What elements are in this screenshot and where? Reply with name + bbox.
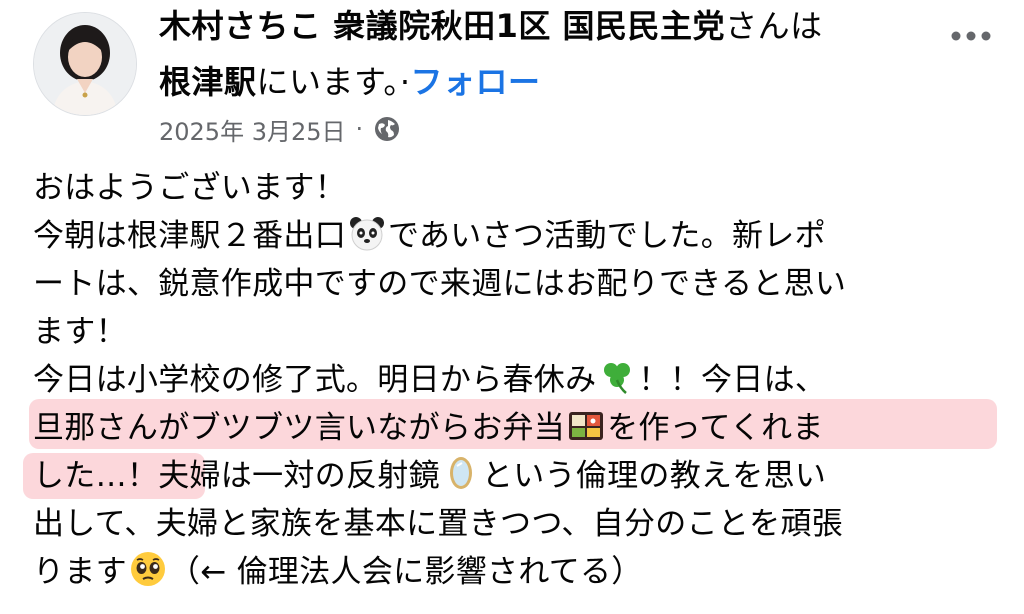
- body-line-6-part-1: 旦那さんがブツブツ言いながらお弁当: [33, 410, 566, 446]
- more-options-icon: [951, 31, 991, 41]
- post-header-line-1: 木村さちこ 衆議院秋田1区 国民民主党さんは: [159, 4, 823, 48]
- panda-emoji: [350, 217, 384, 251]
- author-name[interactable]: 木村さちこ 衆議院秋田1区 国民民主党: [159, 7, 725, 45]
- post-date[interactable]: 2025年 3月25日: [159, 112, 346, 147]
- body-line-2: 今朝は根津駅２番出口 であいさつ活動でした。新レポ: [33, 212, 826, 260]
- checkin-suffix: にいます。·: [256, 63, 411, 101]
- post-meta: 2025年 3月25日 ·: [159, 111, 401, 147]
- bento-emoji: [569, 412, 604, 440]
- body-line-2-part-2: であいさつ活動でした。新レポ: [388, 218, 826, 254]
- body-line-7: した…！夫婦は一対の反射鏡 という倫理の教えを思い: [33, 452, 826, 500]
- body-line-9-part-1: ります: [33, 554, 127, 590]
- location-name[interactable]: 根津駅: [159, 63, 257, 101]
- mirror-emoji: [449, 457, 472, 489]
- body-line-5-part-1: 今日は小学校の修了式。明日から春休み: [33, 362, 597, 398]
- globe-icon: [375, 117, 400, 141]
- avatar-image: [34, 13, 136, 115]
- more-options-button[interactable]: [943, 20, 999, 52]
- checkin-prefix: さんは: [725, 7, 823, 45]
- follow-button[interactable]: フォロー: [411, 63, 541, 101]
- body-line-5-part-2: ！！今日は、: [638, 362, 827, 398]
- author-avatar[interactable]: [33, 12, 137, 116]
- body-line-2-part-1: 今朝は根津駅２番出口: [33, 218, 346, 254]
- body-line-6: 旦那さんがブツブツ言いながらお弁当 を作ってくれま: [33, 404, 824, 452]
- body-line-9-part-2: （← 倫理法人会に影響されてる）: [168, 554, 643, 590]
- meta-separator: ·: [355, 115, 364, 143]
- body-line-7-part-2: という倫理の教えを思い: [481, 458, 827, 494]
- body-line-6-part-2: を作ってくれま: [607, 410, 824, 446]
- body-line-7-part-1: した…！夫婦は一対の反射鏡: [33, 458, 440, 494]
- pleading-face-emoji: [130, 552, 165, 586]
- body-line-9: ります （← 倫理法人会に影響されてる）: [33, 548, 643, 596]
- clover-emoji: [604, 363, 631, 394]
- body-line-8: 出して、夫婦と家族を基本に置きつつ、自分のことを頑張: [33, 506, 844, 542]
- body-line-4: ます！: [33, 314, 127, 350]
- body-line-1: おはようございます！: [33, 170, 346, 206]
- post-header-line-2: 根津駅にいます。·フォロー: [159, 60, 541, 104]
- body-line-5: 今日は小学校の修了式。明日から春休み ！！今日は、: [33, 356, 826, 404]
- body-line-3: ートは、鋭意作成中ですので来週にはお配りできると思い: [33, 266, 847, 302]
